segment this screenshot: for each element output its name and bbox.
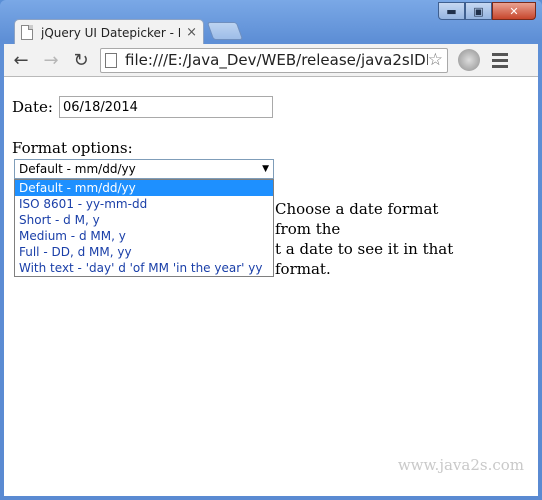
dropdown-option[interactable]: ISO 8601 - yy-mm-dd (15, 196, 273, 212)
menu-icon[interactable] (492, 52, 508, 68)
date-input[interactable] (58, 96, 273, 118)
format-dropdown-list: Default - mm/dd/yy ISO 8601 - yy-mm-dd S… (14, 179, 274, 277)
url-text[interactable]: file:///E:/Java_Dev/WEB/release/java2sID… (125, 51, 428, 69)
browser-toolbar: ← → ↻ file:///E:/Java_Dev/WEB/release/ja… (4, 44, 538, 77)
browser-window: ▬ ▣ ✕ jQuery UI Datepicker - For × ← → ↻… (0, 0, 542, 500)
window-controls: ▬ ▣ ✕ (438, 2, 536, 20)
maximize-button[interactable]: ▣ (465, 2, 492, 20)
tab-title: jQuery UI Datepicker - For (41, 25, 180, 40)
page-content: Date: Format options: Default - mm/dd/yy… (4, 77, 538, 496)
select-value: Default - mm/dd/yy (19, 162, 136, 176)
tab-close-icon[interactable]: × (186, 25, 197, 40)
dropdown-option[interactable]: Default - mm/dd/yy (15, 180, 273, 196)
date-row: Date: (12, 96, 273, 118)
address-bar[interactable]: file:///E:/Java_Dev/WEB/release/java2sID… (100, 47, 448, 73)
dropdown-option[interactable]: Full - DD, d MM, yy (15, 244, 273, 260)
file-icon (105, 52, 117, 68)
browser-tab[interactable]: jQuery UI Datepicker - For × (14, 19, 204, 45)
dropdown-option[interactable]: Short - d M, y (15, 212, 273, 228)
reload-icon[interactable]: ↻ (68, 47, 94, 73)
format-select[interactable]: Default - mm/dd/yy ▼ (14, 159, 274, 179)
extension-icon[interactable] (458, 49, 480, 71)
new-tab-button[interactable] (206, 22, 244, 40)
page-icon (21, 25, 33, 40)
watermark: www.java2s.com (397, 456, 524, 474)
forward-arrow-icon[interactable]: → (38, 47, 64, 73)
dropdown-option[interactable]: Medium - d MM, y (15, 228, 273, 244)
bookmark-star-icon[interactable]: ☆ (428, 50, 443, 70)
close-window-button[interactable]: ✕ (492, 2, 536, 20)
back-arrow-icon[interactable]: ← (8, 47, 34, 73)
chevron-down-icon: ▼ (262, 164, 269, 174)
minimize-button[interactable]: ▬ (438, 2, 465, 20)
date-label: Date: (12, 98, 53, 116)
format-options-label: Format options: (12, 139, 133, 157)
dropdown-option[interactable]: With text - 'day' d 'of MM 'in the year'… (15, 260, 273, 276)
